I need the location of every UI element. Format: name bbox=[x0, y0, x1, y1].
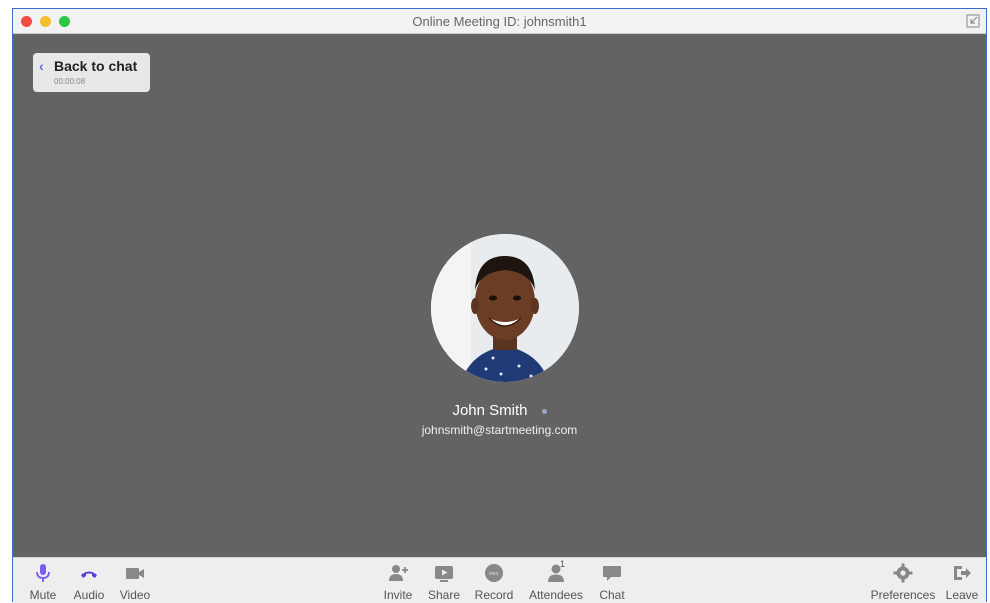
record-label: Record bbox=[474, 588, 514, 602]
phone-icon bbox=[81, 571, 97, 578]
chat-button[interactable]: Chat bbox=[584, 562, 640, 602]
chevron-left-icon: ‹ bbox=[39, 58, 44, 74]
microphone-icon bbox=[36, 564, 50, 582]
record-button[interactable]: REC Record bbox=[466, 562, 522, 602]
title-bar: Online Meeting ID: johnsmith1 bbox=[13, 9, 986, 34]
participant-email: johnsmith@startmeeting.com bbox=[421, 423, 578, 437]
leave-button[interactable]: Leave bbox=[937, 562, 987, 602]
back-to-chat-label: Back to chat bbox=[54, 58, 138, 74]
meeting-toolbar: Mute Audio Video Invite Share REC Record… bbox=[13, 557, 986, 603]
participant-name: John Smith bbox=[452, 402, 528, 419]
chat-icon bbox=[603, 566, 621, 581]
video-label: Video bbox=[119, 588, 151, 602]
avatar bbox=[431, 234, 579, 382]
share-button[interactable]: Share bbox=[416, 562, 472, 602]
attendees-button[interactable]: 1 Attendees bbox=[528, 559, 584, 602]
share-screen-icon bbox=[435, 566, 453, 582]
share-label: Share bbox=[427, 588, 461, 602]
add-user-icon bbox=[389, 565, 408, 581]
participant-name-row: John Smith bbox=[13, 402, 986, 419]
gear-icon bbox=[893, 563, 913, 583]
window-title: Online Meeting ID: johnsmith1 bbox=[412, 14, 587, 29]
leave-label: Leave bbox=[945, 588, 979, 602]
svg-text:REC: REC bbox=[489, 571, 499, 576]
record-icon: REC bbox=[485, 564, 503, 582]
camera-icon bbox=[126, 568, 144, 579]
status-dot bbox=[541, 408, 547, 414]
minimize-to-corner-icon[interactable] bbox=[966, 14, 980, 28]
back-to-chat-button[interactable]: ‹ Back to chat 00:00:08 bbox=[33, 53, 150, 92]
preferences-button[interactable]: Preferences bbox=[863, 562, 943, 602]
video-button[interactable]: Video bbox=[107, 562, 163, 602]
call-timer: 00:00:08 bbox=[54, 77, 86, 86]
avatar-photo bbox=[431, 234, 579, 382]
chat-label: Chat bbox=[599, 588, 625, 602]
attendees-count-badge: 1 bbox=[560, 559, 566, 569]
preferences-label: Preferences bbox=[870, 588, 936, 602]
leave-icon bbox=[954, 566, 971, 580]
video-stage: ‹ Back to chat 00:00:08 John Smith johns… bbox=[13, 34, 986, 557]
meeting-window: Online Meeting ID: johnsmith1 ‹ Back to … bbox=[12, 8, 987, 603]
attendees-label: Attendees bbox=[528, 588, 584, 602]
